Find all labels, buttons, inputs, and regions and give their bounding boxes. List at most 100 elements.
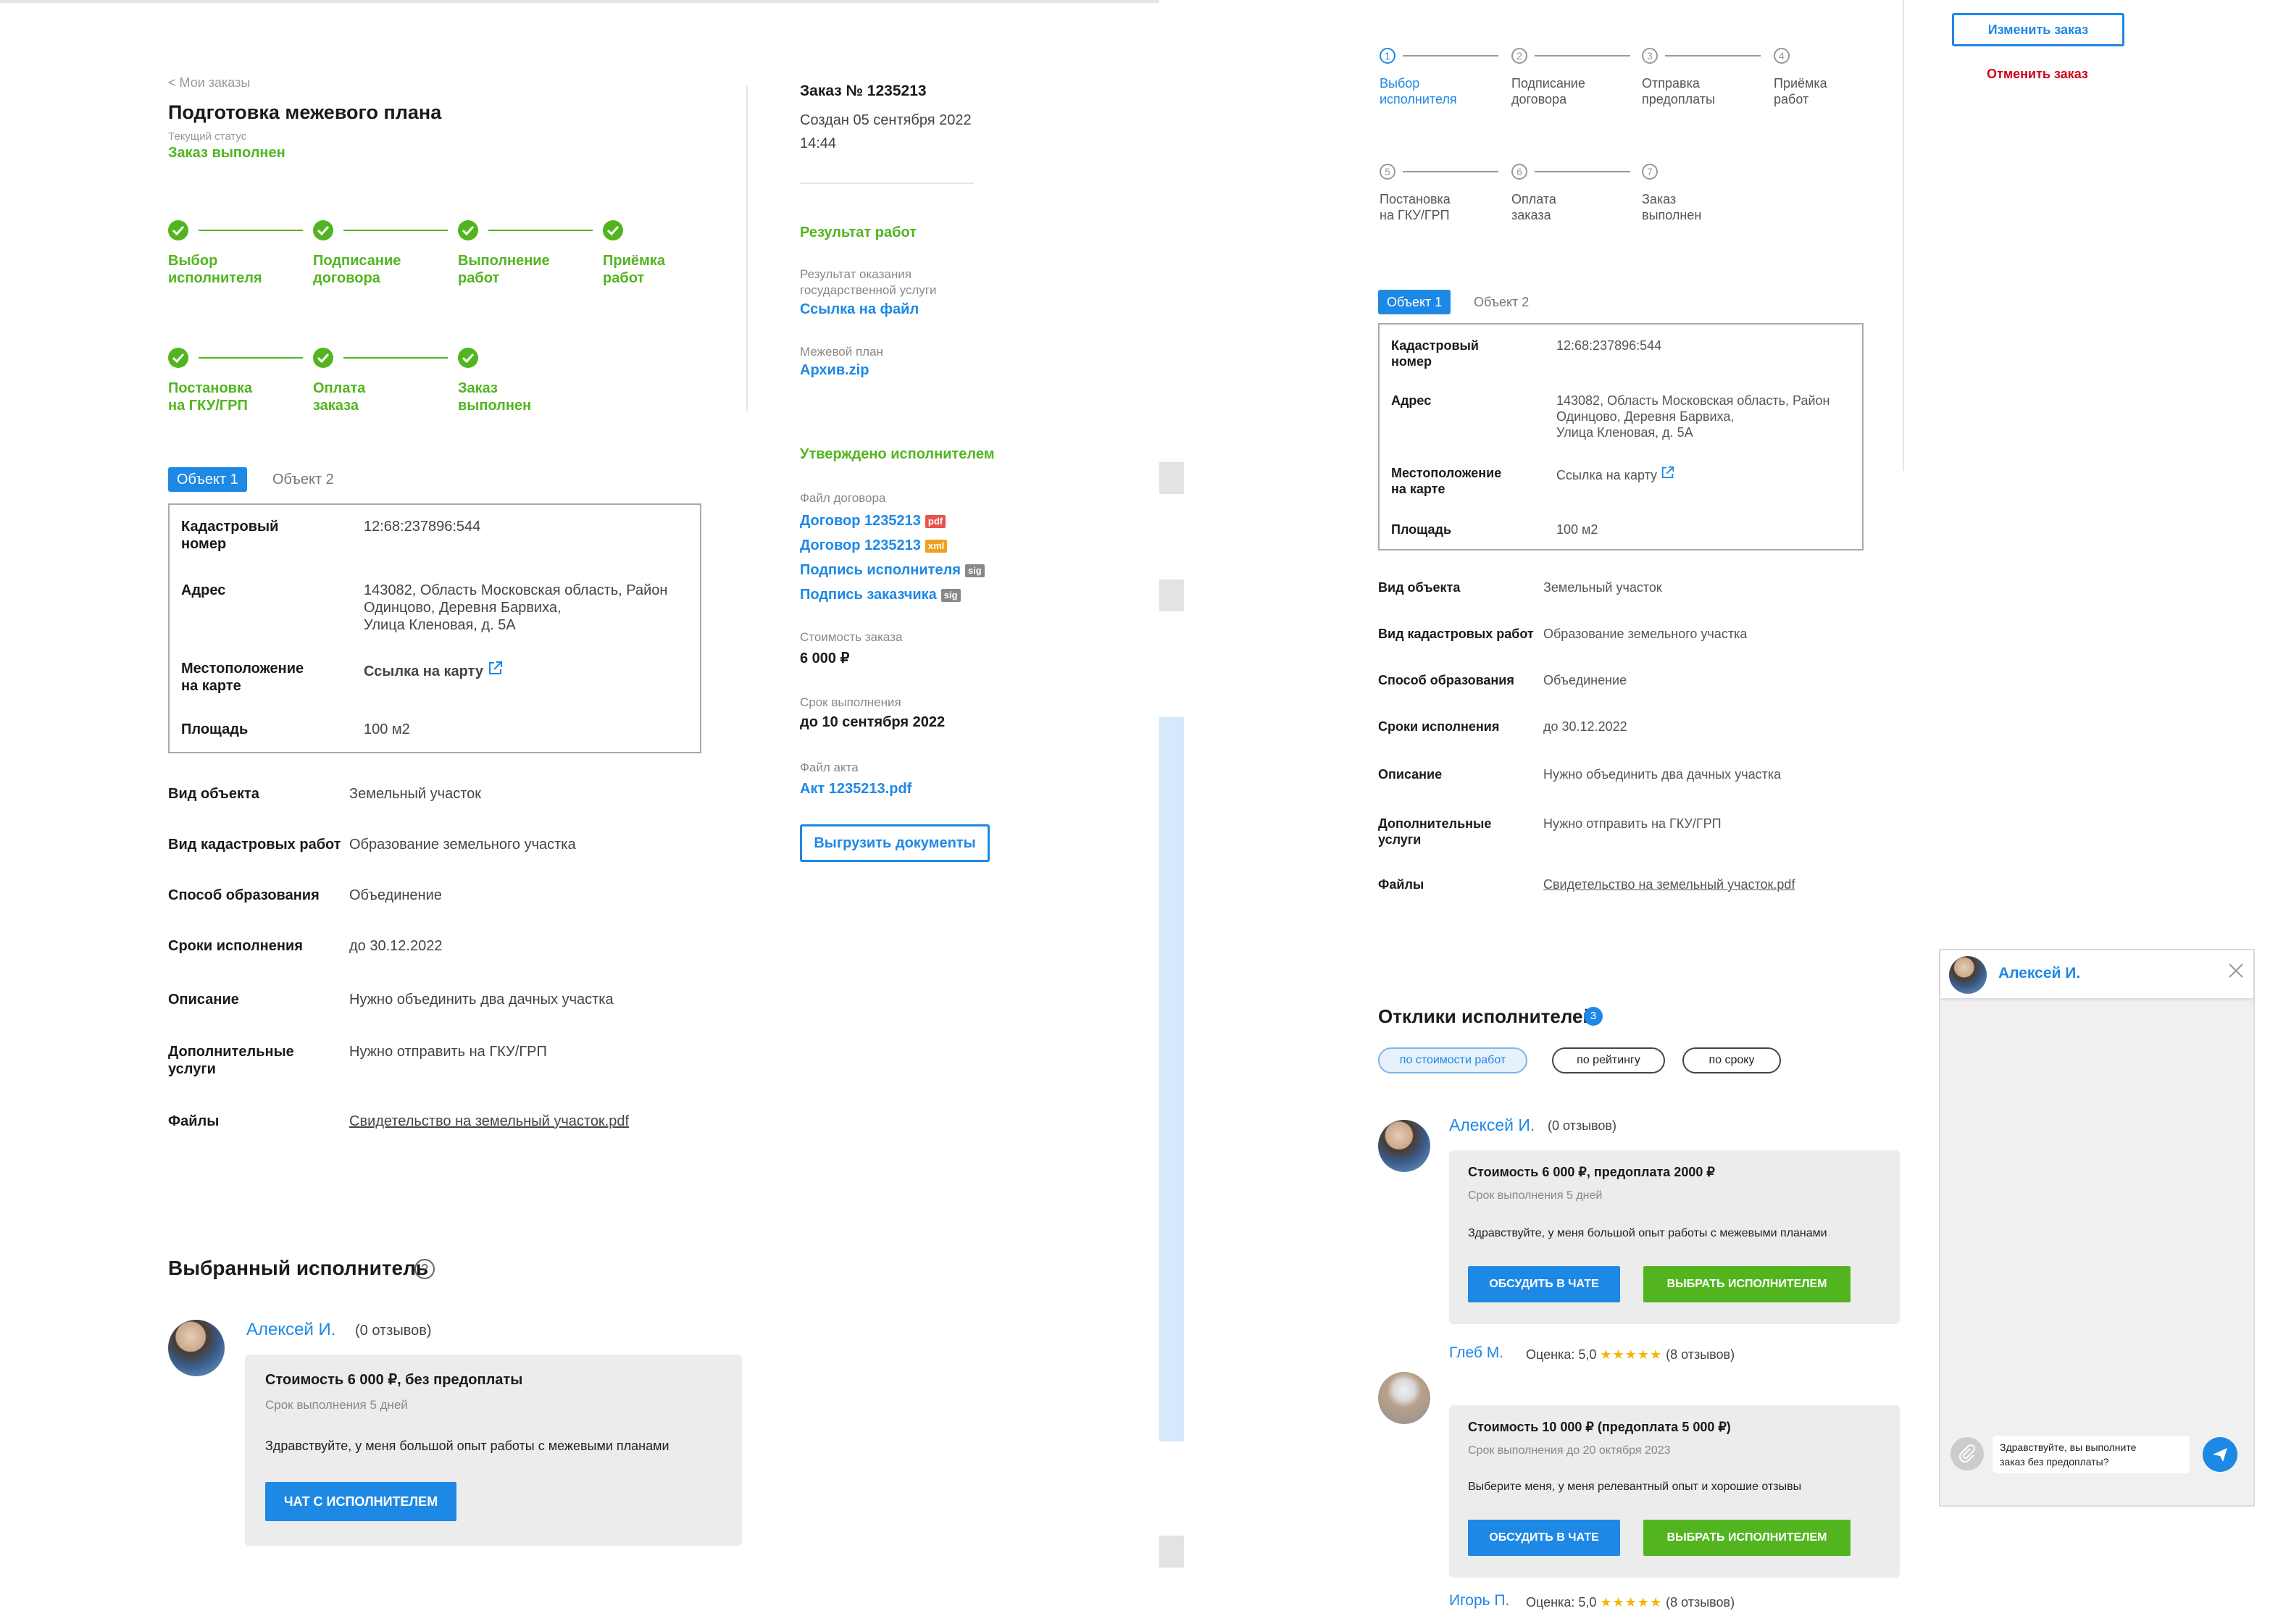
- step-connector: [1403, 55, 1498, 56]
- chat-header: Алексей И.: [1940, 950, 2253, 998]
- status-value: Заказ выполнен: [168, 145, 285, 161]
- help-icon[interactable]: ?: [414, 1259, 435, 1279]
- result-title: Результат работ: [800, 225, 917, 240]
- step-connector: [1665, 55, 1761, 56]
- offer-message: Выберите меня, у меня релевантный опыт и…: [1468, 1481, 1802, 1493]
- file-name[interactable]: Договор 1235213: [800, 513, 921, 529]
- offer-term: Срок выполнения 5 дней: [1468, 1189, 1603, 1202]
- check-circle-icon: [313, 348, 333, 368]
- sort-by-cost-chip[interactable]: по стоимости работ: [1378, 1047, 1527, 1073]
- sort-by-rating-chip[interactable]: по рейтингу: [1552, 1047, 1665, 1073]
- executor-price: Стоимость 6 000 ₽, без предоплаты: [265, 1372, 523, 1388]
- plan-archive-link[interactable]: Архив.zip: [800, 362, 869, 379]
- offer-executor-name[interactable]: Глеб М.: [1449, 1344, 1503, 1362]
- map-link-label: Ссылка на карту: [364, 664, 484, 679]
- sort-by-term-chip[interactable]: по сроку: [1682, 1047, 1781, 1073]
- offer-executor-name[interactable]: Алексей И.: [1449, 1116, 1535, 1135]
- chat-with-executor-button[interactable]: ЧАТ С ИСПОЛНИТЕЛЕМ: [265, 1482, 456, 1521]
- offer-price: Стоимость 6 000 ₽, предоплата 2000 ₽: [1468, 1165, 1715, 1179]
- object-key: Площадь: [181, 721, 249, 737]
- tab-object-1[interactable]: Объект 1: [1378, 290, 1451, 314]
- detail-key: Файлы: [1378, 877, 1424, 892]
- map-link[interactable]: Ссылка на карту: [364, 660, 504, 680]
- rating-stars-icon: ★★★★★: [1600, 1347, 1663, 1362]
- top-divider: [0, 0, 1159, 3]
- choose-executor-button[interactable]: ВЫБРАТЬ ИСПОЛНИТЕЛЕМ: [1643, 1520, 1851, 1556]
- close-icon[interactable]: [2226, 960, 2246, 981]
- detail-value-file-link[interactable]: Свидетельство на земельный участок.pdf: [349, 1113, 629, 1130]
- act-label: Файл акта: [800, 761, 859, 774]
- object-card-right: Кадастровый номер 12:68:237896:544 Адрес…: [1378, 323, 1864, 551]
- contract-file-link[interactable]: Договор 1235213 xml: [800, 537, 948, 554]
- discuss-in-chat-button[interactable]: ОБСУДИТЬ В ЧАТЕ: [1468, 1266, 1620, 1302]
- offer-card: Стоимость 6 000 ₽, предоплата 2000 ₽ Сро…: [1449, 1150, 1900, 1324]
- edit-order-button[interactable]: Изменить заказ: [1952, 13, 2124, 46]
- file-name[interactable]: Подпись исполнителя: [800, 562, 961, 578]
- step-label: Выполнение работ: [458, 253, 550, 286]
- tab-object-2[interactable]: Объект 2: [1465, 290, 1538, 314]
- detail-key: Файлы: [168, 1113, 220, 1129]
- attach-icon[interactable]: [1951, 1437, 1984, 1470]
- detail-key: Способ образования: [1378, 673, 1514, 687]
- chat-message-input[interactable]: Здравствуйте, вы выполните заказ без пре…: [1993, 1436, 2190, 1473]
- detail-value: Земельный участок: [349, 786, 482, 802]
- detail-value: Образование земельного участка: [349, 837, 576, 853]
- step-label: Подписание договора: [1511, 76, 1585, 106]
- step-number: 5: [1380, 164, 1395, 180]
- detail-key: Вид объекта: [1378, 580, 1461, 595]
- step-number: 7: [1642, 164, 1658, 180]
- result-file-link[interactable]: Ссылка на файл: [800, 301, 919, 318]
- approved-title: Утверждено исполнителем: [800, 446, 995, 462]
- contract-file-link[interactable]: Договор 1235213 pdf: [800, 513, 946, 530]
- export-documents-button[interactable]: Выгрузить докумеnты: [800, 824, 990, 862]
- object-key: Местоположение на карте: [181, 661, 304, 694]
- object-value: 143082, Область Московская область, Райо…: [1556, 393, 1830, 440]
- status-label: Текущий статус: [168, 130, 247, 143]
- discuss-in-chat-button[interactable]: ОБСУДИТЬ В ЧАТЕ: [1468, 1520, 1620, 1556]
- scroll-track-segment: [1159, 1536, 1184, 1568]
- detail-key: Способ образования: [168, 887, 320, 903]
- detail-key: Вид кадастровых работ: [168, 837, 341, 853]
- avatar: [168, 1320, 225, 1376]
- detail-value: до 30.12.2022: [1543, 719, 1627, 734]
- order-cost: 6 000 ₽: [800, 650, 850, 666]
- offer-executor-name[interactable]: Игорь П.: [1449, 1592, 1509, 1610]
- tab-object-2[interactable]: Объект 2: [264, 467, 343, 492]
- object-value: 100 м2: [1556, 522, 1598, 537]
- step-connector: [1403, 171, 1498, 172]
- send-icon[interactable]: [2203, 1437, 2237, 1472]
- step-number: 3: [1642, 48, 1658, 64]
- rating-value: Оценка: 5,0: [1526, 1347, 1597, 1362]
- contract-file-link[interactable]: Подпись заказчика sig: [800, 587, 961, 603]
- act-file-link[interactable]: Акт 1235213.pdf: [800, 781, 911, 798]
- external-link-icon: [1661, 466, 1675, 482]
- executor-name[interactable]: Алексей И.: [246, 1320, 335, 1340]
- offer-rating: Оценка: 5,0 ★★★★★ (8 отзывов): [1526, 1347, 1735, 1363]
- check-circle-icon: [458, 348, 478, 368]
- map-link-label: Ссылка на карту: [1556, 468, 1658, 482]
- step-connector: [199, 357, 303, 359]
- map-link[interactable]: Ссылка на карту: [1556, 465, 1675, 483]
- file-name[interactable]: Договор 1235213: [800, 537, 921, 553]
- tab-object-1[interactable]: Объект 1: [168, 467, 247, 492]
- chat-contact-name: Алексей И.: [1998, 965, 2081, 981]
- detail-value: Земельный участок: [1543, 580, 1662, 595]
- offer-reviews: (8 отзывов): [1666, 1595, 1735, 1610]
- detail-key: Сроки исполнения: [168, 938, 303, 954]
- contract-file-link[interactable]: Подпись исполнителя sig: [800, 562, 985, 579]
- back-link[interactable]: < Мои заказы: [168, 75, 250, 91]
- file-name[interactable]: Подпись заказчика: [800, 587, 937, 603]
- detail-key: Описание: [1378, 767, 1443, 782]
- step-label: Постановка на ГКУ/ГРП: [168, 380, 253, 414]
- selected-executor-title: Выбранный исполнитель: [168, 1257, 429, 1279]
- step-label: Приёмка работ: [1774, 76, 1827, 106]
- detail-value: Нужно отправить на ГКУ/ГРП: [349, 1044, 547, 1060]
- step-connector: [1535, 55, 1630, 56]
- step-label: Заказ выполнен: [458, 380, 532, 414]
- choose-executor-button[interactable]: ВЫБРАТЬ ИСПОЛНИТЕЛЕМ: [1643, 1266, 1851, 1302]
- scroll-thumb[interactable]: [1159, 717, 1184, 1441]
- responses-title: Отклики исполнителей: [1378, 1005, 1595, 1027]
- step-label: Заказ выполнен: [1642, 192, 1702, 222]
- cancel-order-link[interactable]: Отменить заказ: [1987, 67, 2088, 82]
- detail-value-file-link[interactable]: Свидетельство на земельный участок.pdf: [1543, 876, 1795, 892]
